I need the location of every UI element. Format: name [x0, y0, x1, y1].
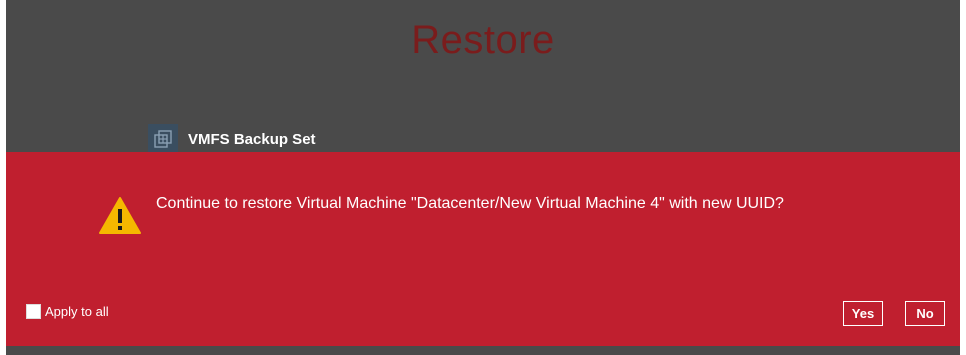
restore-window: Restore VMFS Backup Set Continue to rest…: [6, 0, 960, 355]
no-button[interactable]: No: [905, 301, 945, 326]
dialog-message-row: Continue to restore Virtual Machine "Dat…: [98, 192, 898, 236]
dialog-message: Continue to restore Virtual Machine "Dat…: [156, 195, 784, 212]
backup-set: VMFS Backup Set: [148, 124, 316, 154]
checkbox-box[interactable]: [26, 304, 41, 319]
apply-to-all-checkbox[interactable]: Apply to all: [26, 304, 109, 319]
yes-button[interactable]: Yes: [843, 301, 883, 326]
page-title: Restore: [411, 18, 555, 62]
apply-to-all-label: Apply to all: [45, 304, 109, 319]
backup-set-icon: [148, 124, 178, 154]
confirm-dialog: Continue to restore Virtual Machine "Dat…: [6, 152, 960, 346]
backup-set-name: VMFS Backup Set: [188, 130, 316, 148]
warning-icon: [98, 196, 142, 236]
